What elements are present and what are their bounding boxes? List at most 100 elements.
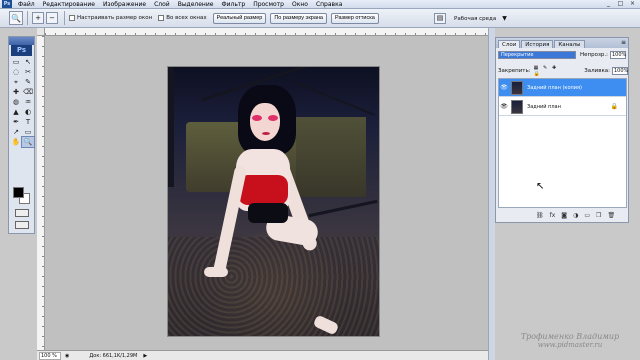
- sharpen-tool-icon[interactable]: ▲: [10, 107, 22, 117]
- menu-view[interactable]: Просмотр: [249, 0, 288, 9]
- lock-icons: ▦ ✎ ✚ 🔒: [531, 65, 563, 77]
- hand-tool-icon[interactable]: ✋: [10, 137, 22, 147]
- all-windows-checkbox[interactable]: Во всех окнах: [158, 15, 207, 21]
- zoom-icon[interactable]: 🔍: [9, 11, 23, 25]
- blend-row: Перекрытие Непрозр.: 100%: [498, 51, 626, 59]
- canvas-area[interactable]: [46, 37, 488, 350]
- lasso-tool-icon[interactable]: ◌: [10, 67, 22, 77]
- checkbox-box[interactable]: [158, 15, 165, 21]
- vertical-ruler[interactable]: [37, 36, 45, 350]
- status-icon[interactable]: ◉: [65, 353, 69, 359]
- photo-figure-lips: [262, 132, 270, 135]
- photo-figure-eye: [268, 115, 278, 121]
- lock-row: Закрепить: ▦ ✎ ✚ 🔒 Заливка: 100%: [498, 65, 628, 77]
- photo-branch: [168, 67, 174, 187]
- shape-tool-icon[interactable]: ▭: [22, 127, 34, 137]
- new-layer-icon[interactable]: ❐: [596, 212, 601, 219]
- layer-row[interactable]: 👁 Задний план (копия): [499, 79, 626, 97]
- zoom-out-icon[interactable]: −: [46, 12, 58, 24]
- horizontal-ruler[interactable]: [45, 28, 488, 36]
- lock-pixels-icon[interactable]: ✎: [543, 65, 547, 71]
- chevron-right-icon[interactable]: ▶: [143, 353, 147, 359]
- photo-figure-face: [250, 103, 280, 141]
- tab-history[interactable]: История: [521, 40, 554, 48]
- zoom-tool-icon[interactable]: 🔍: [21, 136, 35, 148]
- layer-name: Задний план (копия): [527, 84, 582, 91]
- type-tool-icon[interactable]: T: [22, 117, 34, 127]
- checkbox-box[interactable]: [69, 15, 75, 21]
- photo-figure-eye: [252, 115, 262, 121]
- pen-tool-icon[interactable]: ✒: [10, 117, 22, 127]
- document-image[interactable]: [168, 67, 379, 336]
- eye-icon[interactable]: 👁: [499, 84, 509, 91]
- link-icon[interactable]: ⛓: [536, 212, 544, 219]
- blend-mode-select[interactable]: Перекрытие: [498, 51, 576, 59]
- resize-windows-checkbox[interactable]: Настраивать размер окон: [69, 15, 152, 21]
- clone-tool-icon[interactable]: ✚: [10, 87, 22, 97]
- checkbox-label: Настраивать размер окон: [77, 15, 153, 21]
- quick-mask-icon[interactable]: [15, 209, 29, 217]
- fit-screen-button[interactable]: По размеру экрана: [270, 12, 327, 24]
- layers-panel: Слои История Каналы ≡ Перекрытие Непрозр…: [495, 37, 629, 223]
- menu-filter[interactable]: Фильтр: [217, 0, 249, 9]
- photo-branch: [290, 80, 376, 116]
- minimize-button[interactable]: _: [603, 0, 614, 8]
- menu-window[interactable]: Окно: [288, 0, 312, 9]
- zoom-in-icon[interactable]: +: [32, 12, 44, 24]
- menu-file[interactable]: Файл: [14, 0, 39, 9]
- photo-ground: [168, 237, 379, 336]
- close-button[interactable]: ×: [627, 0, 638, 8]
- ps-badge[interactable]: Ps: [11, 45, 32, 56]
- menu-help[interactable]: Справка: [312, 0, 346, 9]
- opacity-field[interactable]: 100%: [610, 51, 626, 59]
- panel-menu-icon[interactable]: ≡: [621, 39, 626, 46]
- checkbox-label: Во всех окнах: [166, 15, 207, 21]
- layer-row[interactable]: 👁 Задний план 🔒: [499, 98, 626, 116]
- menu-layer[interactable]: Слой: [150, 0, 174, 9]
- fill-label: Заливка:: [584, 68, 610, 74]
- lock-position-icon[interactable]: ✚: [552, 65, 556, 71]
- path-select-tool-icon[interactable]: ↗: [10, 127, 22, 137]
- trash-icon[interactable]: 🗑: [607, 212, 615, 219]
- menu-edit[interactable]: Редактирование: [39, 0, 99, 9]
- lock-all-icon[interactable]: 🔒: [534, 71, 540, 77]
- zoom-level-field[interactable]: 100 %: [39, 351, 61, 360]
- menu-select[interactable]: Выделение: [174, 0, 218, 9]
- fill-field[interactable]: 100%: [612, 67, 628, 75]
- layer-name: Задний план: [527, 103, 561, 110]
- workspace-selector[interactable]: ▤ Рабочая среда ▼: [434, 13, 507, 24]
- screen-mode-icon[interactable]: [15, 221, 29, 229]
- blur-tool-icon[interactable]: ♒: [22, 97, 34, 107]
- foreground-color-swatch[interactable]: [13, 187, 24, 198]
- move-tool-icon[interactable]: ↖: [22, 57, 34, 67]
- tab-layers[interactable]: Слои: [498, 40, 521, 48]
- separator: [64, 11, 65, 25]
- healing-tool-icon[interactable]: ⌖: [10, 77, 22, 87]
- print-size-button[interactable]: Размер оттиска: [331, 12, 379, 24]
- gradient-tool-icon[interactable]: ◍: [10, 97, 22, 107]
- panel-dock-strip[interactable]: [488, 28, 495, 360]
- window-controls: _ □ ×: [603, 0, 638, 8]
- brush-tool-icon[interactable]: ✎: [22, 77, 34, 87]
- toolbox-header[interactable]: [9, 37, 34, 45]
- chevron-down-icon[interactable]: ▼: [502, 15, 507, 22]
- fx-icon[interactable]: fx: [550, 212, 556, 219]
- dodge-tool-icon[interactable]: ◐: [22, 107, 34, 117]
- actual-pixels-button[interactable]: Реальный размер: [212, 12, 267, 24]
- tab-channels[interactable]: Каналы: [554, 40, 585, 48]
- options-bar: 🔍 + − Настраивать размер окон Во всех ок…: [0, 9, 640, 28]
- crop-tool-icon[interactable]: ✂: [22, 67, 34, 77]
- eye-icon[interactable]: 👁: [499, 103, 509, 110]
- maximize-button[interactable]: □: [615, 0, 626, 8]
- layer-list: 👁 Задний план (копия) 👁 Задний план 🔒: [498, 78, 627, 208]
- marquee-tool-icon[interactable]: ▭: [10, 57, 22, 67]
- palette-well-icon[interactable]: ▤: [434, 13, 446, 24]
- mask-icon[interactable]: ◙: [561, 212, 567, 219]
- group-icon[interactable]: ▭: [584, 212, 590, 219]
- separator: [27, 11, 28, 25]
- menu-image[interactable]: Изображение: [99, 0, 150, 9]
- eraser-tool-icon[interactable]: ⌫: [22, 87, 34, 97]
- adjustment-icon[interactable]: ◑: [573, 212, 578, 219]
- lock-icon: 🔒: [610, 103, 618, 110]
- ruler-corner[interactable]: [37, 28, 45, 36]
